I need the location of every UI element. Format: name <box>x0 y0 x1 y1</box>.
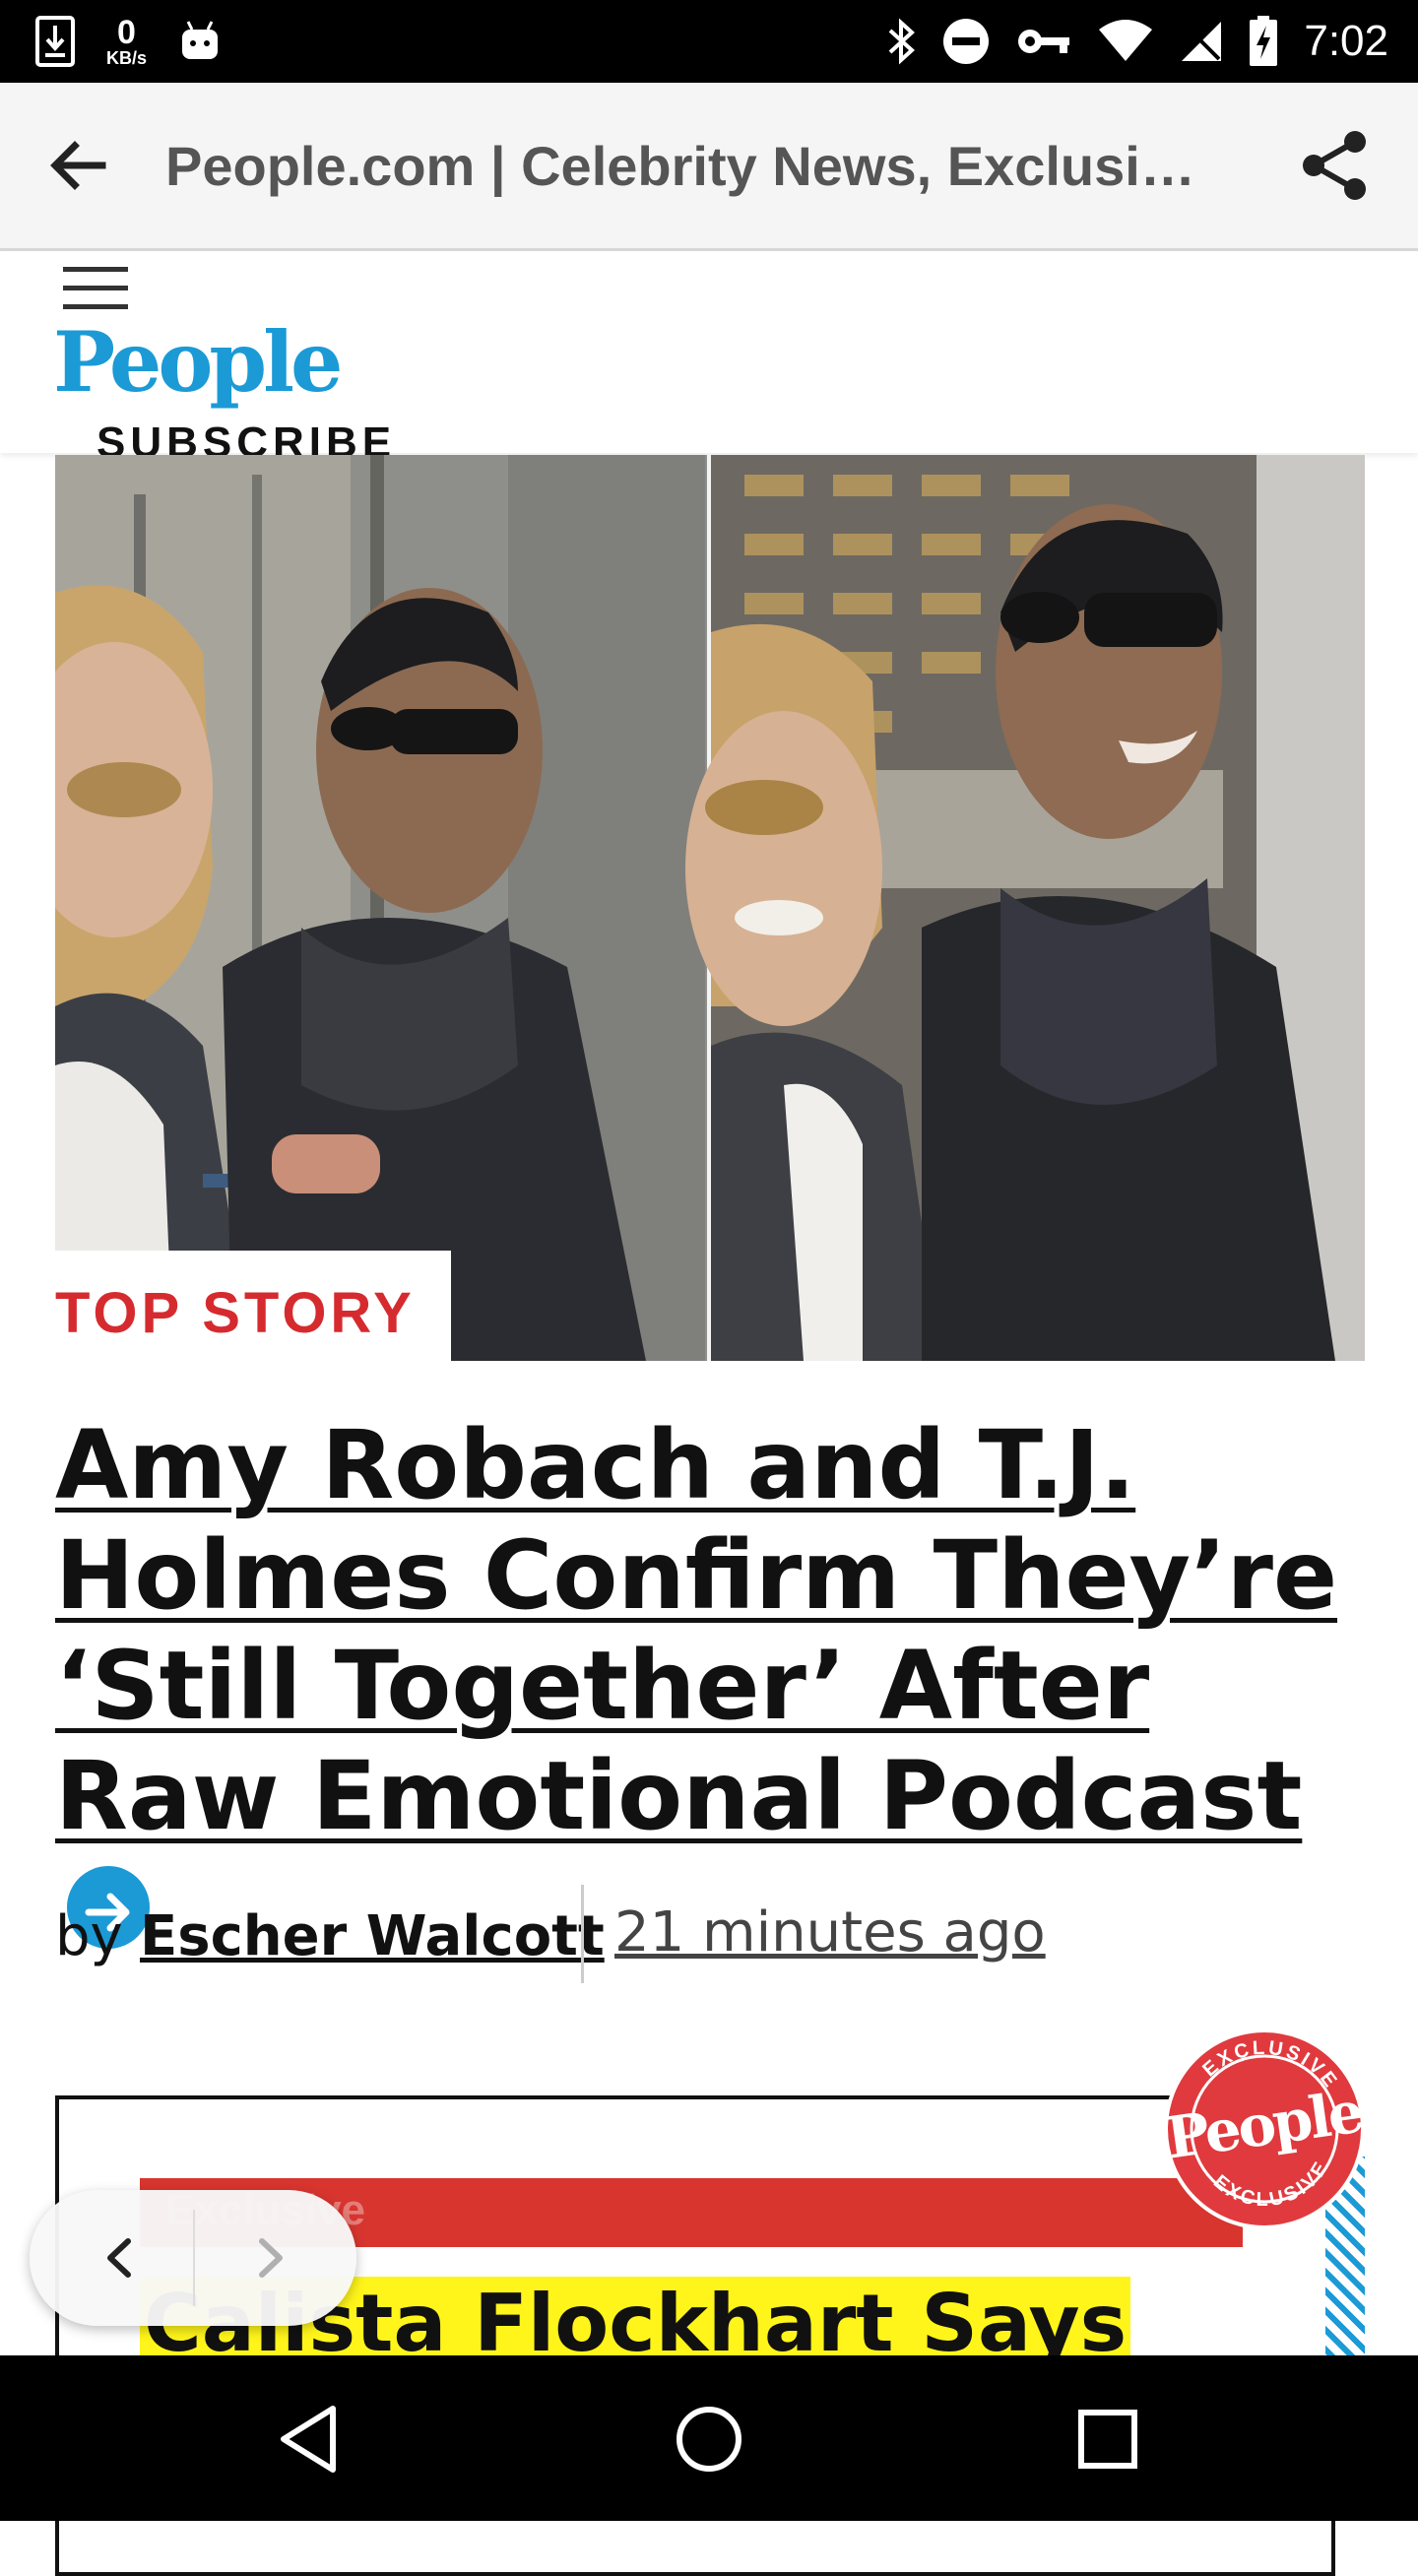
download-icon <box>35 16 75 67</box>
share-icon[interactable] <box>1298 128 1373 203</box>
chevron-left-icon[interactable] <box>89 2225 154 2290</box>
people-logo[interactable]: People <box>53 318 343 407</box>
status-time: 7:02 <box>1304 17 1388 65</box>
byline: by Escher Walcott 21 minutes ago <box>55 1885 1365 1983</box>
network-speed-value: 0 <box>117 14 136 51</box>
floating-nav-divider <box>193 2210 195 2306</box>
hamburger-menu-icon[interactable] <box>63 267 128 312</box>
back-triangle-icon[interactable] <box>266 2395 354 2483</box>
recents-square-icon[interactable] <box>1064 2395 1152 2483</box>
browser-app-bar: People.com | Celebrity News, Exclusi… <box>0 83 1418 251</box>
battery-charging-icon <box>1250 16 1278 66</box>
top-story-text: TOP STORY <box>55 1281 416 1345</box>
android-icon <box>182 21 219 59</box>
home-circle-icon[interactable] <box>665 2395 753 2483</box>
site-header: People SUBSCRIBE <box>0 251 1418 467</box>
network-speed-unit: KB/s <box>106 48 148 68</box>
wifi-icon <box>1099 20 1153 61</box>
author-link[interactable]: Escher Walcott <box>140 1904 605 1968</box>
page-title: People.com | Celebrity News, Exclusi… <box>165 135 1195 197</box>
byline-prefix: by <box>55 1904 123 1968</box>
top-story-label: TOP STORY <box>55 1251 451 1361</box>
network-speed: 0 KB/s <box>106 16 147 67</box>
headline-link[interactable]: Amy Robach and T.J. Holmes Confirm They’… <box>55 1410 1337 1851</box>
hero-image[interactable] <box>55 455 1365 1361</box>
system-nav-bar <box>0 2355 1418 2521</box>
vpn-key-icon <box>1018 30 1070 53</box>
exclusive-badge-icon: EXCLUSIVE EXCLUSIVE People <box>1162 2029 1367 2229</box>
floating-nav-pill <box>30 2190 356 2326</box>
byline-divider <box>581 1885 584 1983</box>
article-headline: Amy Robach and T.J. Holmes Confirm They’… <box>55 1410 1365 1962</box>
chevron-right-icon[interactable] <box>236 2225 301 2290</box>
signal-icon <box>1182 22 1222 61</box>
status-bar: 0 KB/s 7:02 <box>0 0 1418 83</box>
do-not-disturb-icon <box>943 19 990 64</box>
publish-time[interactable]: 21 minutes ago <box>614 1900 1046 1964</box>
bluetooth-icon <box>889 18 916 65</box>
arrow-back-icon[interactable] <box>41 128 116 203</box>
